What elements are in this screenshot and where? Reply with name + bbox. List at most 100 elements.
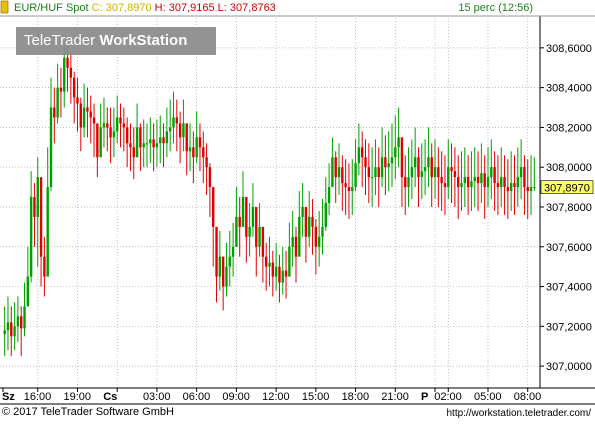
candle-body: [304, 206, 308, 237]
flag-icon: [0, 0, 9, 14]
candle-body: [132, 147, 135, 158]
candle-body: [82, 107, 86, 128]
candle-body: [274, 266, 278, 277]
candle-body: [36, 177, 39, 217]
candle-body: [533, 187, 536, 189]
y-tick-label: 307,2000: [546, 321, 592, 333]
candle-body: [407, 177, 410, 188]
candle-body: [205, 157, 208, 168]
candle-body: [519, 167, 523, 178]
candle-body: [327, 187, 331, 203]
candle-body: [404, 177, 407, 188]
candle-body: [89, 111, 92, 118]
candle-body: [43, 256, 46, 277]
candle-body: [288, 246, 291, 277]
candle-body: [225, 266, 228, 287]
candle-body: [162, 137, 165, 144]
candle-body: [526, 187, 529, 192]
candle-body: [72, 77, 76, 98]
y-tick-label: 307,6000: [546, 242, 592, 254]
candle-body: [165, 131, 169, 144]
candle-body: [112, 131, 116, 138]
candle-body: [106, 123, 109, 128]
candle-body: [443, 183, 447, 188]
candle-body: [238, 216, 241, 227]
candle-body: [76, 97, 79, 104]
candle-body: [281, 270, 284, 283]
candle-body: [268, 262, 271, 267]
candle-body: [46, 187, 49, 277]
candle-body: [59, 87, 63, 92]
candle-body: [298, 216, 301, 257]
candle-body: [175, 117, 179, 124]
symbol-label: EUR/HUF Spot: [14, 2, 89, 14]
candle-body: [159, 137, 162, 144]
candle-body: [258, 226, 261, 247]
candle-body: [264, 256, 268, 267]
candle-body: [483, 173, 486, 188]
candle-body: [63, 57, 66, 92]
candle-body: [387, 163, 390, 168]
candle-body: [308, 216, 311, 237]
x-tick-label: 15:00: [302, 391, 330, 403]
candle-body: [374, 167, 377, 178]
candle-body: [450, 167, 453, 172]
y-tick-label: 307,4000: [546, 282, 592, 294]
candle-body: [301, 206, 304, 217]
candle-body: [122, 123, 126, 128]
candle-body: [460, 183, 463, 188]
candle-body: [516, 177, 519, 188]
candle-body: [188, 147, 192, 152]
candle-body: [125, 127, 129, 144]
candle-body: [261, 226, 265, 257]
candle-body: [92, 117, 96, 124]
candle-body: [142, 143, 145, 148]
candle-body: [39, 177, 43, 257]
candle-body: [208, 167, 212, 188]
candle-body: [496, 183, 500, 188]
candle-body: [380, 157, 384, 178]
candle-body: [86, 107, 89, 112]
high-value: 307,9165: [168, 2, 215, 14]
candle-body: [294, 236, 298, 257]
candle-body: [463, 177, 467, 184]
candle-body: [182, 123, 185, 138]
candle-body: [102, 123, 106, 128]
candle-body: [413, 157, 417, 168]
y-tick-label: 308,6000: [546, 43, 592, 55]
candle-body: [500, 177, 503, 188]
candle-body: [235, 216, 238, 247]
candle-body: [351, 187, 354, 192]
candle-body: [6, 322, 10, 331]
candle-body: [291, 236, 294, 247]
candle-body: [96, 123, 99, 158]
candle-body: [139, 127, 142, 148]
footer-url[interactable]: http://workstation.teletrader.com/: [446, 408, 591, 419]
candle-body: [364, 157, 367, 168]
candle-body: [440, 177, 443, 184]
current-value-label: 307,8970: [544, 183, 590, 195]
candle-body: [10, 322, 13, 337]
candle-body: [394, 147, 397, 158]
candle-body: [490, 167, 493, 178]
low-value: 307,8763: [229, 2, 276, 14]
y-tick-label: 308,0000: [546, 162, 592, 174]
candle-body: [79, 103, 82, 128]
interval-label[interactable]: 15 perc (12:56): [458, 2, 533, 14]
x-tick-label: 12:00: [262, 391, 290, 403]
candle-body: [241, 197, 245, 227]
x-tick-label: 21:00: [381, 391, 409, 403]
brand-watermark: TeleTrader WorkStation: [16, 27, 216, 55]
candle-body: [457, 177, 460, 188]
candle-body: [116, 117, 119, 132]
candle-body: [367, 167, 371, 178]
price-chart[interactable]: 307,0000 307,2000 307,4000 307,6000 307,8000…: [0, 0, 595, 424]
candle-body: [437, 167, 440, 178]
candle-body: [324, 202, 327, 227]
candle-body: [493, 167, 496, 184]
candle-body: [185, 123, 188, 152]
candle-body: [480, 173, 483, 184]
candle-body: [423, 167, 427, 172]
candle-body: [119, 117, 122, 124]
candle-body: [486, 177, 490, 188]
